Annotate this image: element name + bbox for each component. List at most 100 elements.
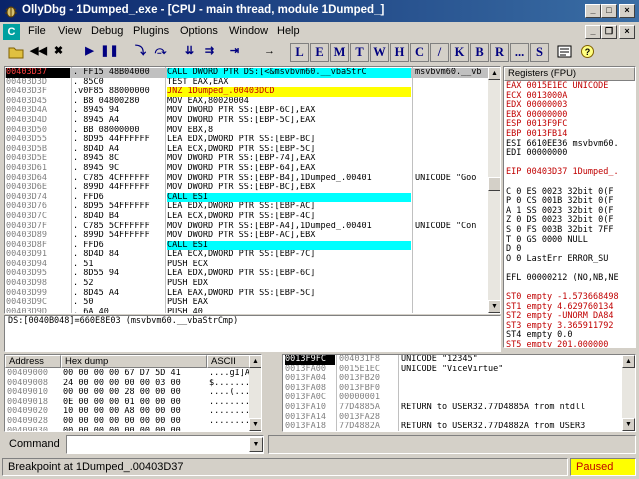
stack-row[interactable]: 0013FA0C 00000001 bbox=[283, 393, 623, 403]
disasm-row[interactable]: 00403D55 . 8D95 44FFFFFF LEA EDX,DWORD PTR… bbox=[5, 135, 488, 145]
menu-help[interactable]: Help bbox=[277, 25, 300, 37]
scroll-up-icon[interactable]: ▲ bbox=[488, 67, 500, 80]
dump-header-ascii[interactable]: ASCII bbox=[207, 355, 250, 368]
patches-button[interactable]: / bbox=[430, 43, 449, 62]
execute-till-return-icon[interactable]: ⇥ bbox=[225, 43, 244, 62]
stack-row[interactable]: 0013FA10 77D4885A RETURN to USER32.77D4885… bbox=[283, 403, 623, 413]
go-to-address-icon[interactable]: → bbox=[260, 43, 279, 62]
dump-row[interactable]: 00409030 00 00 00 00 00 00 00 00........ bbox=[5, 427, 249, 431]
options-icon[interactable] bbox=[555, 43, 574, 62]
dump-scroll-down-icon[interactable]: ▼ bbox=[249, 418, 261, 431]
child-minimize-button[interactable]: _ bbox=[585, 25, 601, 39]
disasm-row[interactable]: 00403D4D . 8945 A4 MOV DWORD PTR SS:[EBP-5… bbox=[5, 116, 488, 126]
step-into-icon[interactable]: ⤵ bbox=[131, 43, 150, 62]
disassembly-pane[interactable]: 00403D37. FF15 48B04000 CALL DWORD PTR DS… bbox=[4, 66, 501, 314]
memory-map-button[interactable]: M bbox=[330, 43, 349, 62]
scroll-down-icon[interactable]: ▼ bbox=[488, 300, 500, 313]
close-button[interactable]: × bbox=[619, 4, 635, 18]
disasm-row[interactable]: 00403D45 . B8 04800280 MOV EAX,80020004 bbox=[5, 97, 488, 107]
stack-row[interactable]: 0013FA14 0013FA28 bbox=[283, 413, 623, 423]
disasm-row[interactable]: 00403D9C . 50 PUSH EAX bbox=[5, 298, 488, 308]
disasm-row[interactable]: 00403D7F . C785 5CFFFFFF MOV DWORD PTR SS:… bbox=[5, 222, 488, 232]
register-line[interactable]: EDI 00000000 bbox=[506, 149, 635, 159]
stack-scroll-down-icon[interactable]: ▼ bbox=[622, 418, 635, 431]
disasm-row[interactable]: 00403D94 . 51 PUSH ECX bbox=[5, 260, 488, 270]
disasm-row[interactable]: 00403D89 . 899D 54FFFFFF MOV DWORD PTR SS:… bbox=[5, 231, 488, 241]
register-line[interactable]: O 0 LastErr ERROR_SU bbox=[506, 254, 635, 265]
pause-icon[interactable]: ❚❚ bbox=[100, 43, 119, 62]
register-line[interactable]: T 0 GS 0000 NULL bbox=[506, 235, 635, 246]
disasm-row[interactable]: 00403D5B . 8D4D A4 LEA ECX,DWORD PTR SS:[E… bbox=[5, 145, 488, 155]
disasm-row[interactable]: 00403D7C . 8D4D B4 LEA ECX,DWORD PTR SS:[E… bbox=[5, 212, 488, 222]
minimize-button[interactable]: _ bbox=[585, 4, 601, 18]
disasm-row[interactable]: 00403D50 . BB 08000000 MOV EBX,8 bbox=[5, 126, 488, 136]
references-button[interactable]: R bbox=[490, 43, 509, 62]
dump-header-hex[interactable]: Hex dump bbox=[61, 355, 207, 368]
disasm-row[interactable]: 00403D91 . 8D4D 84 LEA ECX,DWORD PTR SS:[E… bbox=[5, 250, 488, 260]
dump-row[interactable]: 00409020 10 00 00 00 A8 00 00 00........ bbox=[5, 407, 249, 417]
scroll-thumb[interactable] bbox=[488, 177, 500, 191]
run-icon[interactable]: ▶ bbox=[80, 43, 99, 62]
restart-icon[interactable]: ◀◀ bbox=[29, 43, 48, 62]
register-line[interactable]: EIP 00403D37 1Dumped_. bbox=[506, 168, 635, 178]
child-close-button[interactable]: × bbox=[619, 25, 635, 39]
modules-button[interactable]: E bbox=[310, 43, 329, 62]
register-line[interactable]: EFL 00000212 (NO,NB,NE bbox=[506, 273, 635, 284]
source-button[interactable]: S bbox=[530, 43, 549, 62]
disasm-row[interactable]: 00403D8F . FFD6 CALL ESI bbox=[5, 240, 488, 251]
close-process-icon[interactable]: ✖ bbox=[49, 43, 68, 62]
dump-row[interactable]: 00409028 00 00 00 00 00 00 00 00........ bbox=[5, 417, 249, 427]
dump-row[interactable]: 00409010 00 00 00 00 28 00 00 00 ....(... bbox=[5, 388, 249, 398]
menu-file[interactable]: File bbox=[28, 25, 46, 37]
stack-row[interactable]: 0013FA18 77D4882A RETURN to USER32.77D4882… bbox=[283, 422, 623, 431]
child-restore-button[interactable]: ❐ bbox=[601, 25, 617, 39]
disassembly-scrollbar[interactable]: ▲ ▼ bbox=[488, 67, 500, 313]
disasm-row[interactable]: 00403D5E . 8945 8C MOV DWORD PTR SS:[EBP-7… bbox=[5, 154, 488, 164]
call-stack-button[interactable]: K bbox=[450, 43, 469, 62]
dump-row[interactable]: 00409000 00 00 00 00 67 D7 5D 41 ....gÎ]A bbox=[5, 369, 249, 379]
stack-row[interactable]: 0013F9FC 004031F8 UNICODE "12345" bbox=[283, 355, 623, 365]
disasm-row[interactable]: 00403D76 . 8D95 54FFFFFF LEA EDX,DWORD PTR… bbox=[5, 202, 488, 212]
dump-row[interactable]: 00409008 24 00 00 00 00 00 03 00 $....... bbox=[5, 379, 249, 389]
command-input[interactable]: ▼ bbox=[66, 435, 264, 454]
disasm-row[interactable]: 00403D3D . 85C0 TEST EAX,EAX bbox=[5, 78, 488, 88]
disasm-row[interactable]: 00403D95 . 8D55 94 LEA EDX,DWORD PTR SS:[E… bbox=[5, 269, 488, 279]
breakpoints-button[interactable]: B bbox=[470, 43, 489, 62]
menu-view[interactable]: View bbox=[58, 25, 82, 37]
stack-scrollbar[interactable]: ▲ ▼ bbox=[622, 355, 635, 431]
disasm-row[interactable]: 00403D98 . 52 PUSH EDX bbox=[5, 279, 488, 289]
menu-window[interactable]: Window bbox=[229, 25, 268, 37]
disasm-row[interactable]: 00403D64 . C785 4CFFFFFF MOV DWORD PTR SS:… bbox=[5, 174, 488, 184]
trace-over-icon[interactable]: ⇉ bbox=[200, 43, 219, 62]
disasm-row[interactable]: 00403D37. FF15 48B04000 CALL DWORD PTR DS… bbox=[5, 68, 488, 78]
menu-debug[interactable]: Debug bbox=[91, 25, 123, 37]
registers-header[interactable]: Registers (FPU) bbox=[504, 67, 635, 81]
dump-header-address[interactable]: Address bbox=[5, 355, 61, 368]
disasm-row[interactable]: 00403D74 . FFD6 CALL ESI bbox=[5, 192, 488, 203]
step-over-icon[interactable]: ⤼ bbox=[151, 43, 170, 62]
threads-button[interactable]: T bbox=[350, 43, 369, 62]
cpu-window-icon[interactable]: C bbox=[3, 24, 20, 40]
disasm-row[interactable]: 00403D6E . 899D 44FFFFFF MOV DWORD PTR SS:… bbox=[5, 183, 488, 193]
windows-button[interactable]: W bbox=[370, 43, 389, 62]
stack-scroll-up-icon[interactable]: ▲ bbox=[622, 355, 635, 368]
stack-row[interactable]: 0013FA00 0015E1EC UNICODE "ViceVirtue" bbox=[283, 365, 623, 375]
dump-row[interactable]: 00409018 0E 00 00 00 01 00 00 00........ bbox=[5, 398, 249, 408]
command-dropdown-icon[interactable]: ▼ bbox=[249, 437, 263, 452]
registers-pane[interactable]: Registers (FPU) EAX 0015E1EC UNICODE ECX … bbox=[503, 66, 636, 348]
stack-pane[interactable]: 0013F9FC 004031F8 UNICODE "12345" 0013FA00 0… bbox=[282, 354, 636, 432]
open-file-icon[interactable] bbox=[7, 43, 26, 62]
dump-scroll-up-icon[interactable]: ▲ bbox=[249, 355, 261, 368]
disasm-row[interactable]: 00403D99 . 8D45 A4 LEA EAX,DWORD PTR SS:[E… bbox=[5, 289, 488, 299]
help-icon[interactable]: ? bbox=[578, 43, 597, 62]
disasm-row[interactable]: 00403D9D . 6A 40 PUSH 40 bbox=[5, 308, 488, 313]
cpu-button[interactable]: C bbox=[410, 43, 429, 62]
menu-plugins[interactable]: Plugins bbox=[133, 25, 169, 37]
register-line[interactable]: ST5 empty 201.000000 bbox=[506, 340, 635, 347]
menu-options[interactable]: Options bbox=[180, 25, 218, 37]
dump-scrollbar[interactable]: ▲ ▼ bbox=[249, 355, 261, 431]
stack-row[interactable]: 0013FA08 0013FBF0 bbox=[283, 384, 623, 394]
ollydbg-bug-icon[interactable] bbox=[3, 3, 19, 19]
maximize-button[interactable]: □ bbox=[601, 4, 617, 18]
dump-pane[interactable]: Address Hex dump ASCII 00409000 00 00 00 … bbox=[4, 354, 262, 432]
